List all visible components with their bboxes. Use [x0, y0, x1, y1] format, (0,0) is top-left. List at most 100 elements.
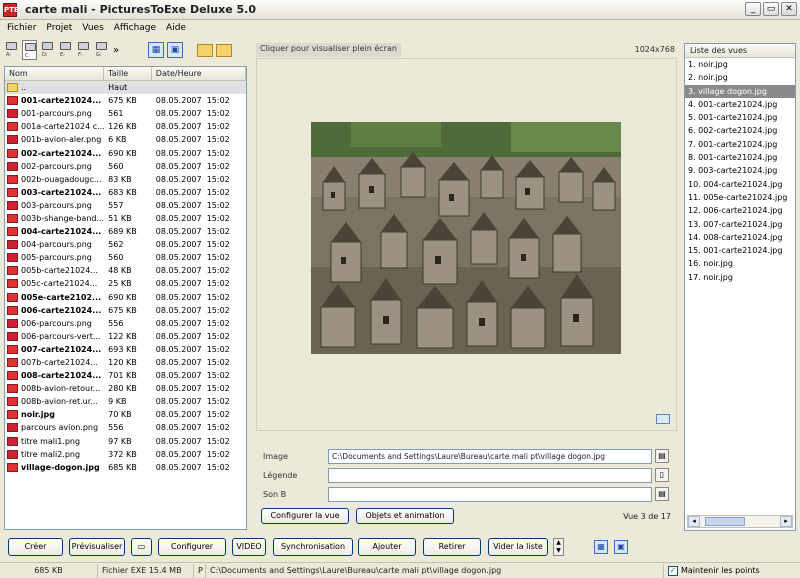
slide-list-item[interactable]: 7. 001-carte21024.jpg — [685, 138, 795, 151]
thumbnails-view-icon[interactable]: ▣ — [614, 540, 628, 554]
clear-list-button[interactable]: Vider la liste — [488, 538, 548, 556]
preview-button[interactable]: Prévisualiser — [69, 538, 125, 556]
maximize-button[interactable]: ▭ — [763, 2, 779, 16]
menu-vues[interactable]: Vues — [77, 23, 108, 33]
file-row[interactable]: 001-carte21024... 675 KB 08.05.2007 15:02 — [5, 94, 246, 107]
file-row[interactable]: 006-carte21024... 675 KB 08.05.2007 15:02 — [5, 304, 246, 317]
objects-animation-button[interactable]: Objets et animation — [356, 508, 454, 524]
file-row[interactable]: 007-carte21024... 693 KB 08.05.2007 15:02 — [5, 343, 246, 356]
grid-view-icon[interactable]: ▦ — [148, 42, 164, 58]
create-button[interactable]: Créer — [8, 538, 63, 556]
list-view-icon[interactable]: ▦ — [594, 540, 608, 554]
file-row[interactable]: village-dogon.jpg 685 KB 08.05.2007 15:02 — [5, 461, 246, 474]
son-field[interactable] — [328, 486, 652, 502]
file-row[interactable]: 003-parcours.png 557 08.05.2007 15:02 — [5, 199, 246, 212]
file-row[interactable]: 008b-avion-retour... 280 KB 08.05.2007 15:… — [5, 382, 246, 395]
file-row[interactable]: 006-parcours.png 556 08.05.2007 15:02 — [5, 317, 246, 330]
horizontal-scrollbar[interactable]: ◂ ▸ — [687, 515, 793, 528]
preview-pane[interactable] — [256, 58, 677, 431]
file-row[interactable]: 002b-ouagadougc... 83 KB 08.05.2007 15:02 — [5, 173, 246, 186]
configure-view-button[interactable]: Configurer la vue — [261, 508, 349, 524]
file-row[interactable]: 005c-carte21024... 25 KB 08.05.2007 15:02 — [5, 277, 246, 290]
file-browser[interactable]: Nom Taille Date/Heure .. Haut 001-carte2… — [4, 66, 247, 530]
menu-aide[interactable]: Aide — [161, 23, 191, 33]
legende-field[interactable] — [328, 467, 652, 483]
column-date[interactable]: Date/Heure — [152, 67, 246, 80]
slide-list-item[interactable]: 14. 008-carte21024.jpg — [685, 231, 795, 244]
add-button[interactable]: Ajouter — [358, 538, 416, 556]
minimize-button[interactable]: _ — [745, 2, 761, 16]
file-row[interactable]: noir.jpg 70 KB 08.05.2007 15:02 — [5, 408, 246, 421]
more-drives-button[interactable]: » — [112, 45, 120, 56]
menu-projet[interactable]: Projet — [41, 23, 77, 33]
file-row[interactable]: 005e-carte2102... 690 KB 08.05.2007 15:02 — [5, 291, 246, 304]
slide-list-item[interactable]: 13. 007-carte21024.jpg — [685, 218, 795, 231]
menu-fichier[interactable]: Fichier — [2, 23, 41, 33]
file-row[interactable]: 001b-avion-aler.png 6 KB 08.05.2007 15:02 — [5, 133, 246, 146]
file-row[interactable]: titre mali2.png 372 KB 08.05.2007 15:02 — [5, 448, 246, 461]
preview-hint[interactable]: Cliquer pour visualiser plein écran — [256, 43, 401, 57]
browse-sound-icon[interactable]: ▤ — [655, 487, 669, 501]
slide-list-item[interactable]: 15. 001-carte21024.jpg — [685, 244, 795, 257]
open-folder-icon[interactable] — [656, 414, 670, 424]
file-row[interactable]: 004-carte21024... 689 KB 08.05.2007 15:02 — [5, 225, 246, 238]
file-row[interactable]: 002-carte21024... 690 KB 08.05.2007 15:02 — [5, 146, 246, 159]
folder-icon[interactable] — [197, 43, 213, 57]
slide-list-item[interactable]: 1. noir.jpg — [685, 58, 795, 71]
file-row[interactable]: 008-carte21024... 701 KB 08.05.2007 15:02 — [5, 369, 246, 382]
remove-button[interactable]: Retirer — [423, 538, 481, 556]
scroll-thumb[interactable] — [705, 517, 745, 526]
slide-list-item[interactable]: 16. noir.jpg — [685, 257, 795, 270]
drive-d-button[interactable]: D: — [40, 40, 55, 60]
column-size[interactable]: Taille — [104, 67, 152, 80]
edit-legende-icon[interactable]: ▯ — [655, 468, 669, 482]
file-row-up[interactable]: .. Haut — [5, 81, 246, 95]
file-row[interactable]: parcours avion.png 556 08.05.2007 15:02 — [5, 421, 246, 434]
slide-list-item[interactable]: 5. 001-carte21024.jpg — [685, 111, 795, 124]
menu-affichage[interactable]: Affichage — [109, 23, 161, 33]
file-row[interactable]: 007b-carte21024... 120 KB 08.05.2007 15:02 — [5, 356, 246, 369]
image-path-field[interactable]: C:\Documents and Settings\Laure\Bureau\c… — [328, 448, 652, 464]
slide-list-item[interactable]: 10. 004-carte21024.jpg — [685, 178, 795, 191]
file-row[interactable]: 002-parcours.png 560 08.05.2007 15:02 — [5, 160, 246, 173]
file-row[interactable]: 004-parcours.png 562 08.05.2007 15:02 — [5, 238, 246, 251]
file-row[interactable]: 005-parcours.png 560 08.05.2007 15:02 — [5, 251, 246, 264]
configure-button[interactable]: Configurer — [158, 538, 226, 556]
close-button[interactable]: ✕ — [781, 2, 797, 16]
file-row[interactable]: 001a-carte21024 c... 126 KB 08.05.2007 15:… — [5, 120, 246, 133]
folder-up-icon[interactable] — [216, 43, 232, 57]
synchronisation-button[interactable]: Synchronisation — [273, 538, 353, 556]
slide-list-item[interactable]: 6. 002-carte21024.jpg — [685, 124, 795, 137]
file-row[interactable]: 006-parcours-vert... 122 KB 08.05.2007 15:… — [5, 330, 246, 343]
file-row[interactable]: 008b-avion-ret.ur... 9 KB 08.05.2007 15:02 — [5, 395, 246, 408]
scroll-left-icon[interactable]: ◂ — [688, 516, 700, 527]
browse-image-icon[interactable]: ▤ — [655, 449, 669, 463]
reorder-spinner[interactable]: ▲ ▼ — [553, 538, 564, 556]
preview-image[interactable] — [311, 122, 621, 354]
file-row[interactable]: 003-carte21024... 683 KB 08.05.2007 15:02 — [5, 186, 246, 199]
slide-list-item[interactable]: 2. noir.jpg — [685, 71, 795, 84]
keep-points-checkbox[interactable]: ✓ Maintenir les points — [664, 565, 760, 576]
screen-icon[interactable]: ▭ — [131, 538, 152, 556]
column-name[interactable]: Nom — [5, 67, 105, 80]
file-row[interactable]: 003b-shange-band... 51 KB 08.05.2007 15:02 — [5, 212, 246, 225]
drive-a-button[interactable]: A: — [4, 40, 19, 60]
scroll-right-icon[interactable]: ▸ — [780, 516, 792, 527]
slide-list[interactable]: Liste des vues 1. noir.jpg 2. noir.jpg 3. … — [684, 43, 796, 531]
checkmark-icon[interactable]: ✓ — [668, 565, 678, 576]
file-row[interactable]: 001-parcours.png 561 08.05.2007 15:02 — [5, 107, 246, 120]
thumbnail-view-icon[interactable]: ▣ — [167, 42, 183, 58]
slide-list-item[interactable]: 17. noir.jpg — [685, 271, 795, 284]
video-button[interactable]: VIDEO — [232, 538, 266, 556]
file-row[interactable]: 005b-carte21024... 48 KB 08.05.2007 15:02 — [5, 264, 246, 277]
slide-list-item[interactable]: 11. 005e-carte21024.jpg — [685, 191, 795, 204]
slide-list-item[interactable]: 3. village dogon.jpg — [685, 84, 795, 98]
slide-list-item[interactable]: 12. 006-carte21024.jpg — [685, 204, 795, 217]
slide-list-item[interactable]: 9. 003-carte21024.jpg — [685, 164, 795, 177]
drive-g-button[interactable]: G: — [94, 40, 109, 60]
drive-c-button[interactable]: C: — [22, 40, 37, 60]
drive-f-button[interactable]: F: — [76, 40, 91, 60]
file-row[interactable]: titre mali1.png 97 KB 08.05.2007 15:02 — [5, 435, 246, 448]
slide-list-item[interactable]: 8. 001-carte21024.jpg — [685, 151, 795, 164]
slide-list-item[interactable]: 4. 001-carte21024.jpg — [685, 98, 795, 111]
